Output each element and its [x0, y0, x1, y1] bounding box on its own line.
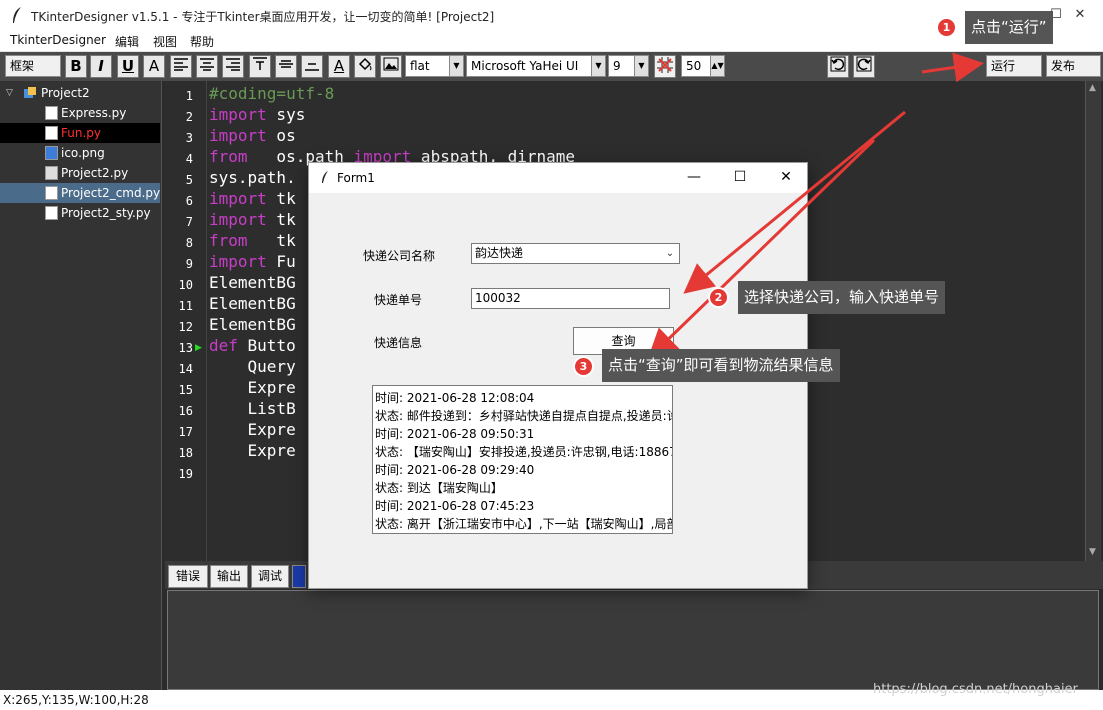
annotation-tip-3: 点击“查询”即可看到物流结果信息	[602, 349, 840, 382]
arrow-to-query	[647, 138, 876, 360]
annotation-badge-1: 1	[936, 17, 957, 38]
annotation-arrows	[647, 52, 984, 360]
annotation-tip-2: 选择快递公司，输入快递单号	[738, 281, 946, 314]
annotation-badge-3: 3	[573, 356, 594, 377]
annotation-badge-2: 2	[708, 287, 729, 308]
annotation-tip-1: 点击“运行”	[965, 11, 1053, 44]
arrow-to-tracking	[683, 110, 906, 294]
arrow-to-run	[921, 52, 984, 83]
